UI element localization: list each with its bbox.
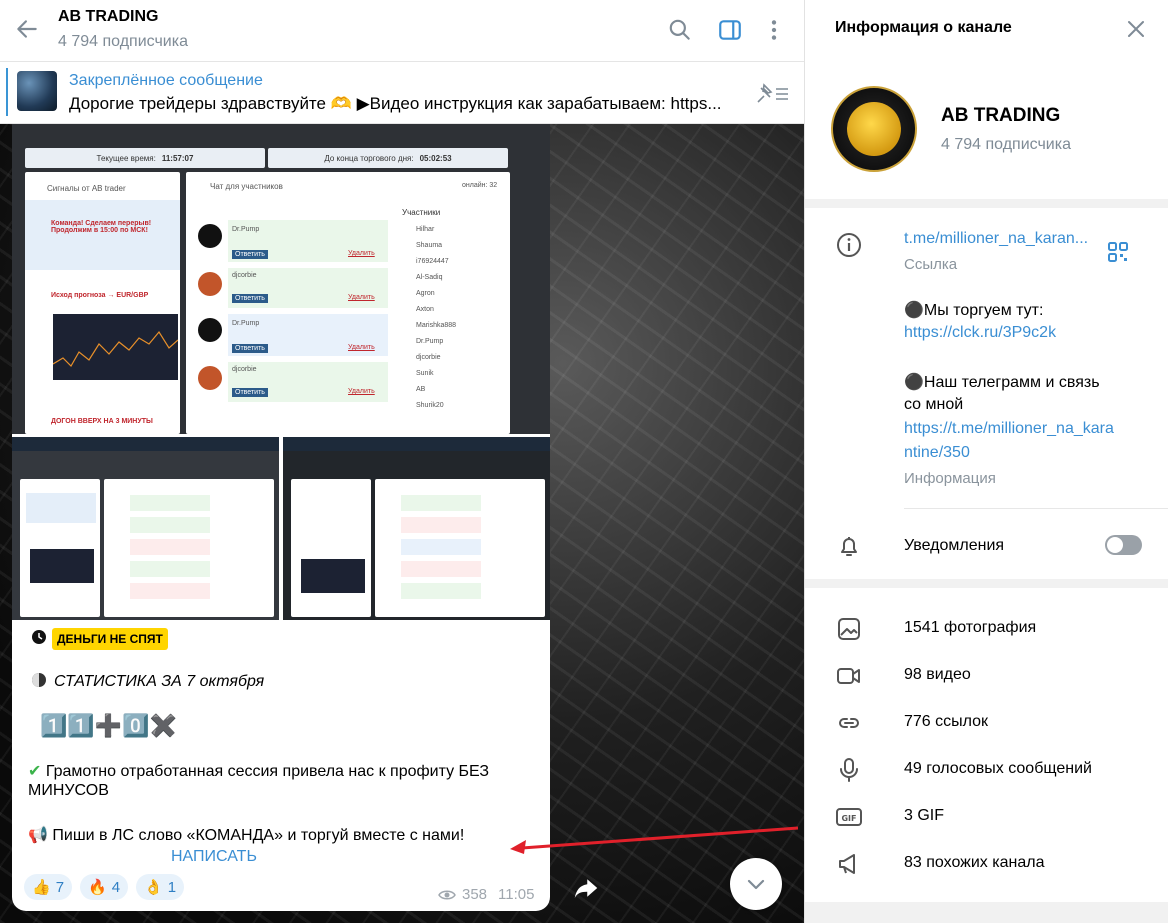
bell-icon xyxy=(841,537,857,556)
pinned-indicator xyxy=(6,68,8,116)
mini-chat-2 xyxy=(375,479,545,617)
clock-icon xyxy=(32,630,46,644)
close-icon[interactable] xyxy=(1125,18,1147,40)
chat-screenshot-panel: Чат для участников онлайн: 32 Участники … xyxy=(186,172,510,434)
mini-chat xyxy=(104,479,274,617)
section-divider-2 xyxy=(805,579,1168,588)
media-videos[interactable]: 98 видео xyxy=(904,666,971,684)
chevron-down-icon xyxy=(747,879,765,890)
microphone-icon xyxy=(840,758,858,782)
desc-line-1: ⚫Мы торгуем тут: xyxy=(904,302,1044,319)
post-image-main[interactable]: Текущее время: 11:57:07 До конца торговог… xyxy=(12,124,550,434)
link-icon xyxy=(839,718,859,728)
reaction-fire[interactable]: 🔥 4 xyxy=(80,874,129,900)
cta-line: 📢 Пиши в ЛС слово «КОМАНДА» и торгуй вме… xyxy=(28,827,465,844)
pinned-text: Дорогие трейдеры здравствуйте 🫶 ▶Видео и… xyxy=(69,94,722,113)
channel-link[interactable]: t.me/millioner_na_karan... xyxy=(904,230,1088,248)
share-icon[interactable] xyxy=(571,873,601,903)
qr-code-icon[interactable] xyxy=(1107,241,1129,263)
stats-line: СТАТИСТИКА ЗА 7 октября xyxy=(54,673,265,690)
reaction-thumbs-up[interactable]: 👍 7 xyxy=(24,874,73,900)
signals-panel: Сигналы от AB trader Команда! Сделаем пе… xyxy=(25,172,180,434)
desc-label: Информация xyxy=(904,470,996,487)
media-photos[interactable]: 1541 фотография xyxy=(904,619,1036,637)
reactions: 👍 7 🔥 4 👌 1 xyxy=(24,874,185,900)
desc-link-1[interactable]: https://clck.ru/3P9c2k xyxy=(904,324,1056,342)
desc-line-4: со мной xyxy=(904,396,964,413)
sidebar-toggle-icon[interactable] xyxy=(717,17,743,43)
pinned-title: Закреплённое сообщение xyxy=(69,72,263,89)
chat-header[interactable]: AB TRADING 4 794 подписчика xyxy=(0,0,804,62)
row-divider xyxy=(904,508,1168,509)
result-line-1: ✔ Грамотно отработанная сессия привела н… xyxy=(28,763,490,780)
notifications-label: Уведомления xyxy=(904,537,1005,554)
scroll-down-button[interactable] xyxy=(730,858,782,910)
media-links[interactable]: 776 ссылок xyxy=(904,713,988,731)
mini-signals xyxy=(20,479,100,617)
chat-subscribers: 4 794 подписчика xyxy=(58,33,188,50)
more-vertical-icon[interactable] xyxy=(761,17,787,43)
money-never-sleeps-badge: ДЕНЬГИ НЕ СПЯТ xyxy=(52,628,168,650)
chat-panel: AB TRADING 4 794 подписчика Закреплённое… xyxy=(0,0,804,923)
channel-subscribers: 4 794 подписчика xyxy=(941,136,1071,153)
annotation-arrow xyxy=(510,826,798,854)
view-count: 358 xyxy=(438,886,487,903)
media-voice[interactable]: 49 голосовых сообщений xyxy=(904,760,1092,778)
channel-avatar[interactable] xyxy=(831,86,917,172)
info-header: Информация о канале xyxy=(835,19,1012,36)
photo-icon xyxy=(838,618,860,640)
pinned-thumbnail xyxy=(17,71,57,111)
message-time: 11:05 xyxy=(498,886,535,903)
section-divider xyxy=(805,199,1168,208)
desc-link-2b[interactable]: ntine/350 xyxy=(904,444,970,462)
back-arrow-icon[interactable] xyxy=(14,16,40,42)
time-bar: Текущее время: 11:57:07 xyxy=(25,148,265,168)
section-divider-3 xyxy=(805,902,1168,923)
pin-list-icon[interactable] xyxy=(754,82,790,106)
end-time-bar: До конца торгового дня: 05:02:53 xyxy=(268,148,508,168)
notifications-toggle[interactable] xyxy=(1105,535,1142,555)
eye-icon xyxy=(438,890,456,899)
megaphone-icon xyxy=(839,854,855,874)
video-icon xyxy=(837,668,860,684)
media-gif[interactable]: 3 GIF xyxy=(904,807,944,825)
link-label: Ссылка xyxy=(904,256,958,273)
post-image-3[interactable] xyxy=(283,437,550,620)
mini-chart-lines xyxy=(53,330,178,367)
media-similar[interactable]: 83 похожих канала xyxy=(904,854,1044,872)
channel-name: AB TRADING xyxy=(941,105,1061,126)
pinned-message-bar[interactable]: Закреплённое сообщение Дорогие трейдеры … xyxy=(0,62,804,124)
chat-title[interactable]: AB TRADING xyxy=(58,8,158,26)
moon-icon xyxy=(32,673,46,687)
mini-signals-2 xyxy=(291,479,371,617)
reaction-ok-hand[interactable]: 👌 1 xyxy=(136,874,185,900)
gif-icon: GIF xyxy=(836,808,862,826)
avatar-logo xyxy=(847,102,901,156)
score-line: 1️⃣1️⃣➕0️⃣✖️ xyxy=(40,713,177,738)
info-icon xyxy=(837,233,861,257)
desc-line-3: ⚫Наш телеграмм и связь xyxy=(904,374,1100,391)
result-line-2: МИНУСОВ xyxy=(28,782,109,799)
desc-link-2a[interactable]: https://t.me/millioner_na_kara xyxy=(904,420,1114,438)
channel-info-panel: Информация о канале AB TRADING 4 794 под… xyxy=(804,0,1168,923)
search-icon[interactable] xyxy=(667,17,693,43)
write-button[interactable]: НАПИСАТЬ xyxy=(171,848,257,866)
post-image-2[interactable] xyxy=(12,437,279,620)
channel-post[interactable]: Текущее время: 11:57:07 До конца торговог… xyxy=(12,124,550,911)
svg-text:GIF: GIF xyxy=(841,814,856,823)
